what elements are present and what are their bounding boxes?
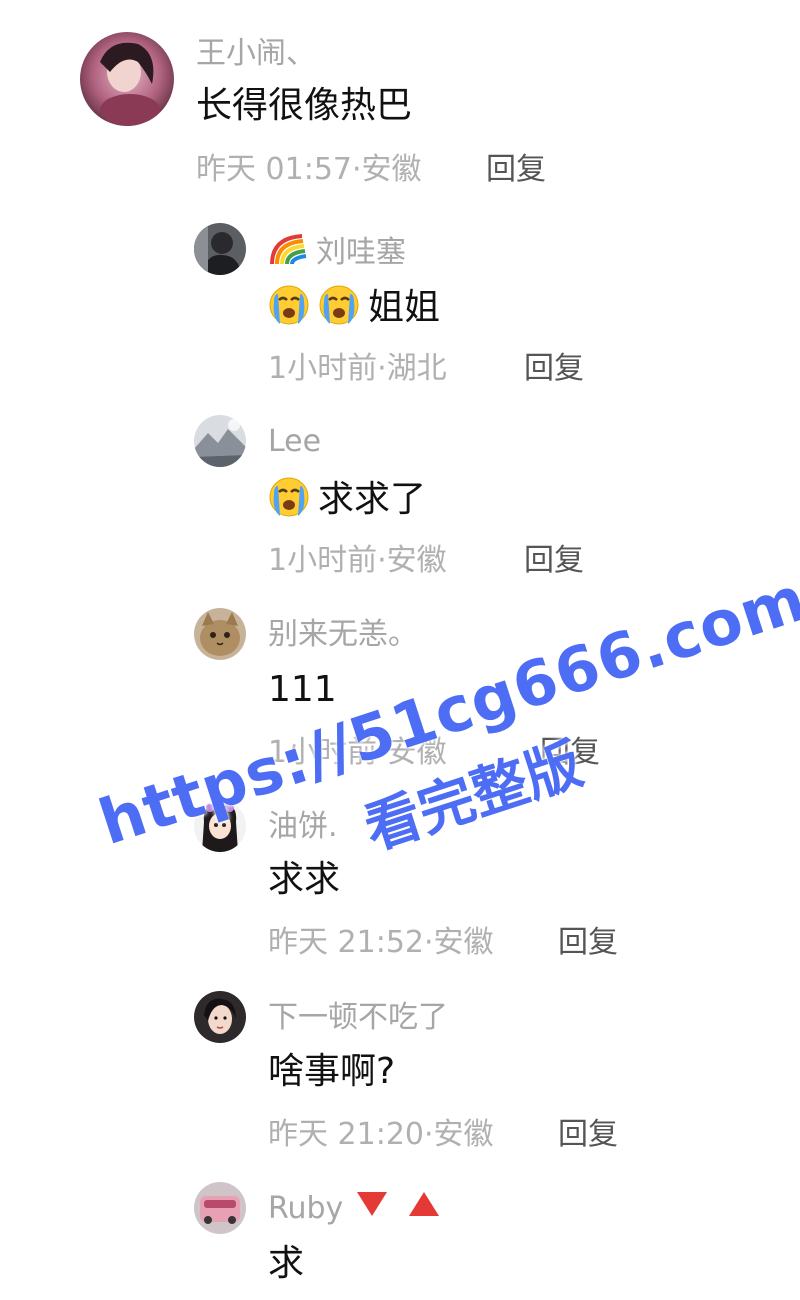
comment-meta: 昨天 01:57·安徽 [196,152,422,188]
reply-time: 1小时前 [268,351,378,386]
reply-time: 1小时前 [268,735,378,770]
reply-username[interactable]: 油饼. [268,809,338,845]
reply-location: 湖北 [386,351,447,386]
comment-username[interactable]: 王小闹、 [196,36,316,72]
crying-face-icon [318,284,360,326]
meta-separator: · [352,152,362,187]
reply-username[interactable]: 下一顿不吃了 [268,1000,448,1036]
rainbow-icon [268,232,312,266]
reply-meta: 1小时前·安徽 [268,543,447,579]
reply-username[interactable]: 别来无恙。 [268,617,418,653]
meta-separator: · [377,543,387,578]
crying-face-icon [268,284,310,326]
reply-time: 昨天 21:52 [268,925,424,960]
avatar[interactable] [194,800,246,852]
reply-meta: 昨天 21:52·安徽 [268,925,494,961]
reply-button[interactable]: 回复 [524,543,584,579]
reply-button[interactable]: 回复 [558,925,618,961]
avatar[interactable] [194,415,246,467]
reply-text-content: 求求了 [318,479,427,520]
reply-text: 啥事啊? [268,1051,396,1092]
reply-text-content: 姐姐 [368,287,441,328]
avatar[interactable] [194,608,246,660]
reply-button[interactable]: 回复 [558,1117,618,1153]
red-up-triangle-icon [409,1192,440,1216]
meta-separator: · [377,735,387,770]
reply-button[interactable]: 回复 [524,351,584,387]
reply-username-text: Ruby [268,1191,344,1226]
reply-meta: 1小时前·湖北 [268,351,447,387]
reply-location: 安徽 [433,925,494,960]
meta-separator: · [424,1117,434,1152]
reply-meta: 昨天 21:20·安徽 [268,1117,494,1153]
avatar[interactable] [194,1182,246,1234]
avatar[interactable] [194,991,246,1043]
reply-username-text: 刘哇塞 [316,235,406,270]
reply-location: 安徽 [433,1117,494,1152]
reply-text: 111 [268,669,337,710]
comment-text: 长得很像热巴 [196,85,413,126]
reply-time: 1小时前 [268,543,378,578]
reply-username[interactable]: Ruby [268,1191,440,1227]
avatar[interactable] [80,32,174,126]
reply-location: 安徽 [386,735,447,770]
reply-button[interactable]: 回复 [540,735,600,771]
reply-meta: 1小时前·安徽 [268,735,447,771]
meta-separator: · [377,351,387,386]
reply-text: 求求 [268,859,341,900]
reply-button[interactable]: 回复 [486,152,546,188]
comment-location: 安徽 [361,152,422,187]
reply-username[interactable]: Lee [268,424,321,460]
reply-text: 求 [268,1243,305,1284]
avatar[interactable] [194,223,246,275]
reply-text: 姐姐 [268,284,440,330]
reply-text: 求求了 [268,476,426,522]
comment-time: 昨天 01:57 [196,152,352,187]
meta-separator: · [424,925,434,960]
reply-username[interactable]: 刘哇塞 [268,232,406,271]
crying-face-icon [268,476,310,518]
reply-time: 昨天 21:20 [268,1117,424,1152]
red-down-triangle-icon [357,1192,388,1216]
reply-location: 安徽 [386,543,447,578]
